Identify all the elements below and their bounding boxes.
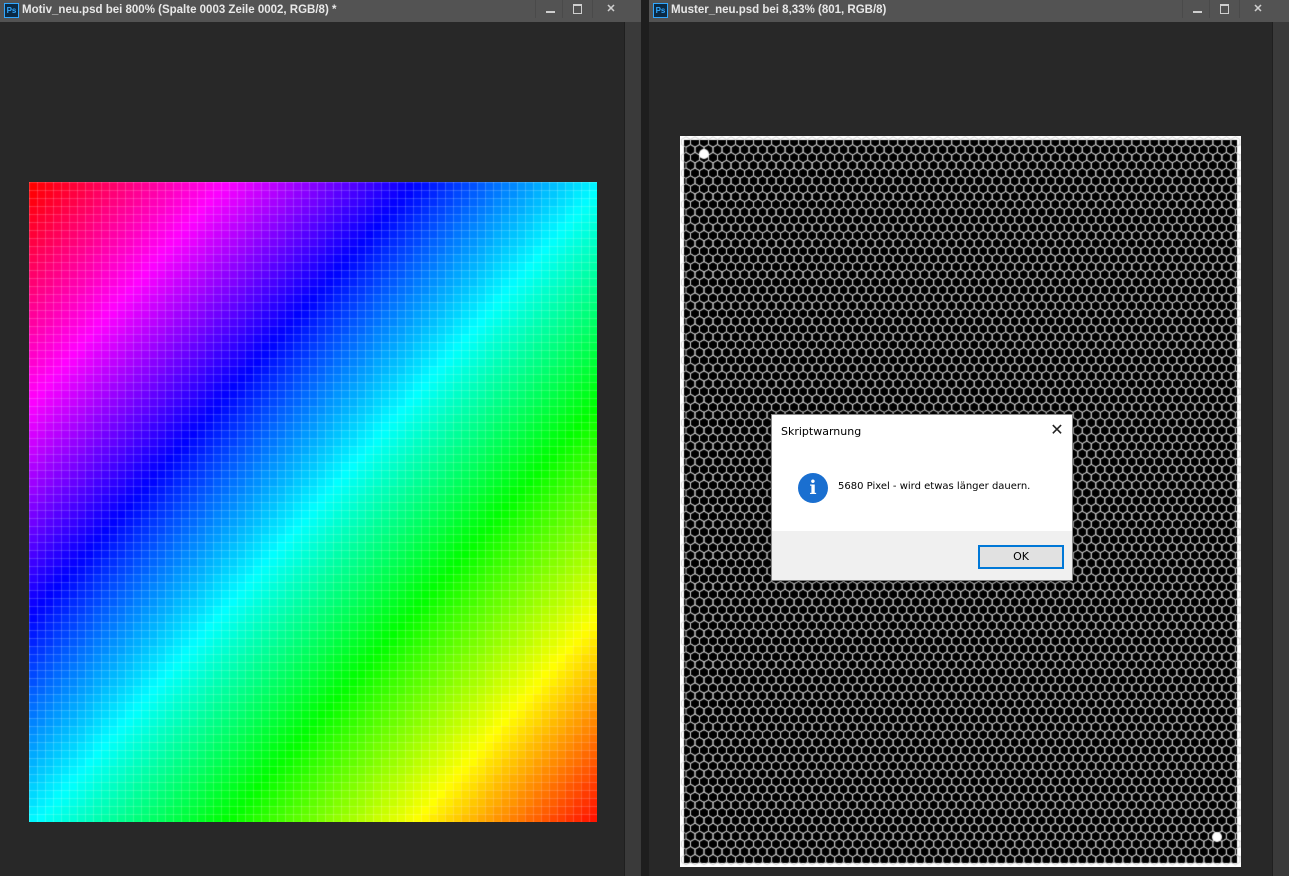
script-warning-dialog: Skriptwarnung ✕ i 5680 Pixel - wird etwa… — [771, 414, 1073, 581]
info-icon: i — [798, 473, 828, 503]
maximize-button[interactable] — [562, 0, 593, 18]
maximize-button[interactable] — [1209, 0, 1240, 18]
close-button[interactable]: ✕ — [592, 0, 629, 18]
motiv-canvas-image[interactable] — [29, 182, 597, 822]
right-window-title: Muster_neu.psd bei 8,33% (801, RGB/8) — [671, 4, 887, 16]
left-window-titlebar[interactable]: Ps Motiv_neu.psd bei 800% (Spalte 0003 Z… — [0, 0, 641, 22]
photoshop-icon: Ps — [4, 3, 19, 18]
window-splitter[interactable] — [641, 0, 649, 876]
dialog-title: Skriptwarnung — [781, 425, 862, 438]
right-vertical-scrollbar[interactable] — [1272, 22, 1289, 876]
dialog-message: 5680 Pixel - wird etwas länger dauern. — [838, 481, 1031, 492]
left-vertical-scrollbar[interactable] — [624, 22, 641, 876]
dialog-footer: OK — [772, 531, 1072, 580]
close-button[interactable]: ✕ — [1239, 0, 1276, 18]
ok-button[interactable]: OK — [978, 545, 1064, 569]
left-document-window: Ps Motiv_neu.psd bei 800% (Spalte 0003 Z… — [0, 0, 641, 876]
dialog-close-button[interactable]: ✕ — [1048, 421, 1066, 439]
right-window-titlebar[interactable]: Ps Muster_neu.psd bei 8,33% (801, RGB/8)… — [649, 0, 1289, 22]
left-window-title: Motiv_neu.psd bei 800% (Spalte 0003 Zeil… — [22, 4, 337, 16]
photoshop-icon: Ps — [653, 3, 668, 18]
